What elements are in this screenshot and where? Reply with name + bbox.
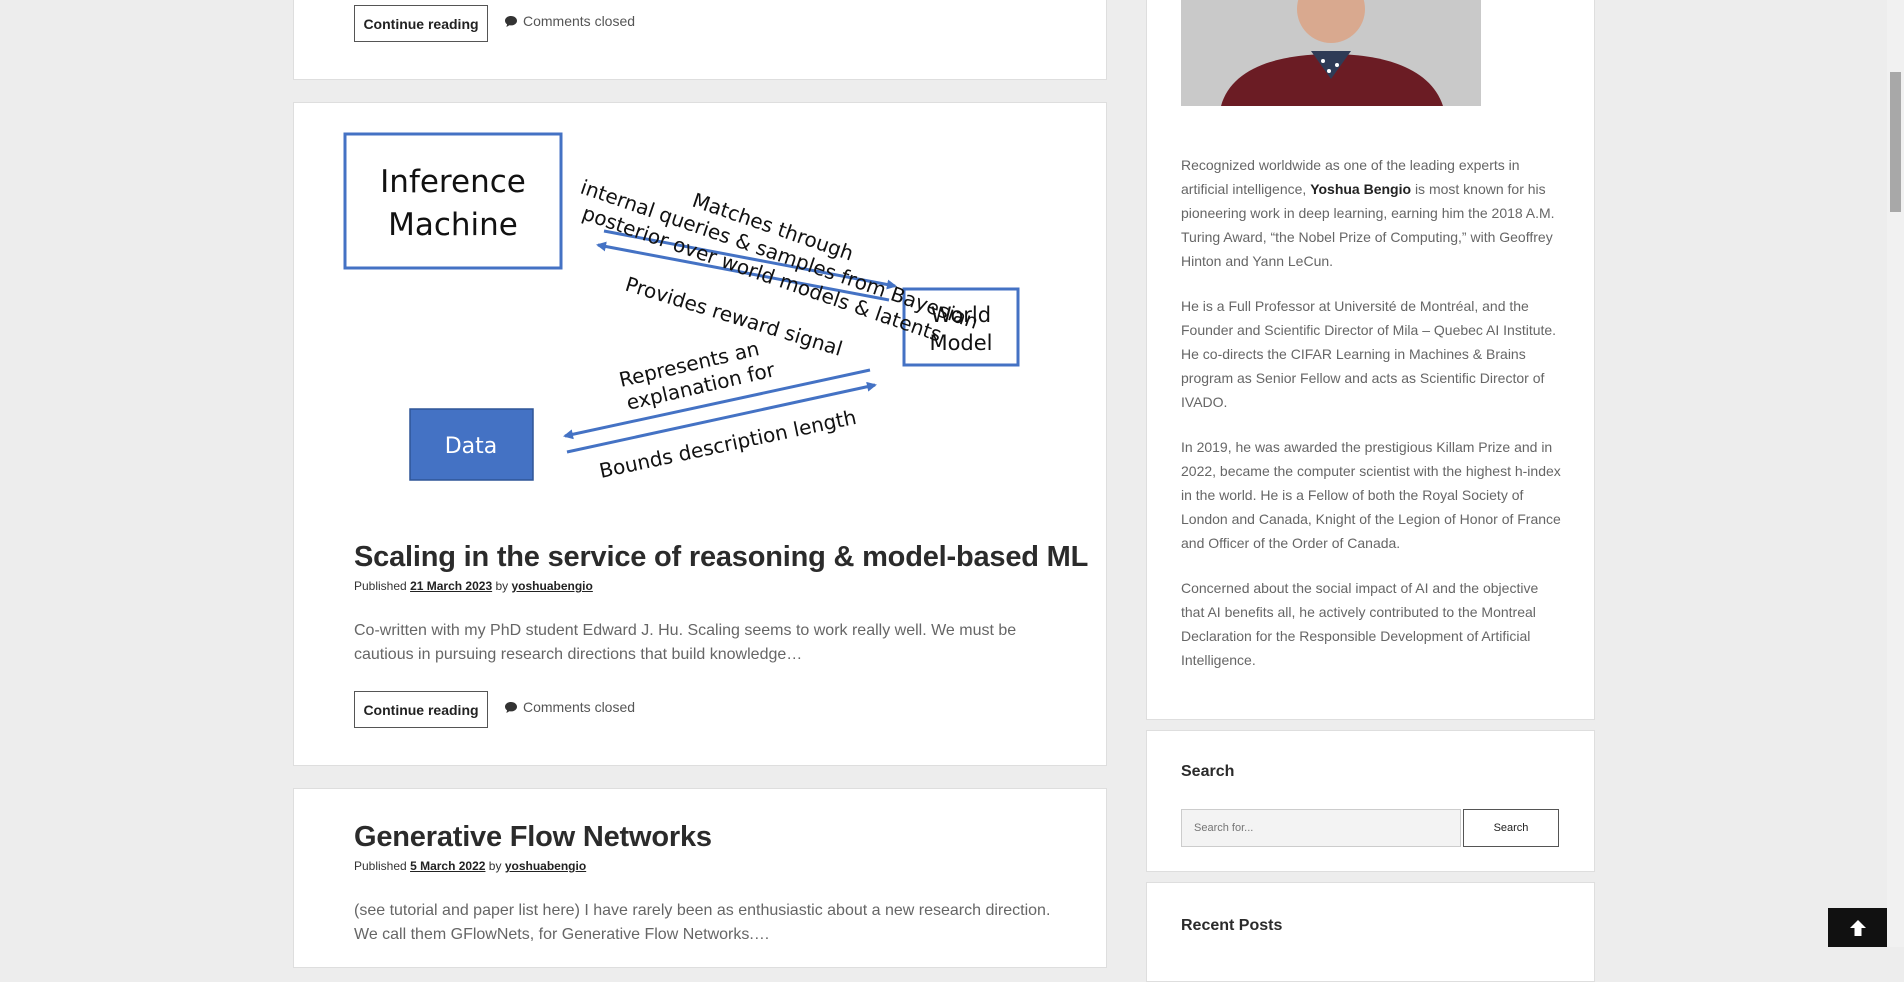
search-button[interactable]: Search (1463, 809, 1559, 847)
bio-name: Yoshua Bengio (1310, 181, 1412, 197)
data-label: Data (445, 434, 498, 459)
author-link[interactable]: yoshuabengio (512, 579, 593, 593)
search-input[interactable] (1181, 809, 1461, 847)
arrow-up-icon (1849, 919, 1866, 936)
post-card-scaling: Inference Machine World Model Data Match… (293, 102, 1107, 766)
post-figure: Inference Machine World Model Data Match… (343, 132, 1020, 483)
post-meta: Published 5 March 2022 by yoshuabengio (354, 859, 586, 873)
post-title[interactable]: Scaling in the service of reasoning & mo… (354, 541, 1088, 574)
published-label: Published (354, 859, 407, 873)
post-excerpt: (see tutorial and paper list here) I hav… (354, 902, 1051, 943)
bio-text: Recognized worldwide as one of the leadi… (1181, 153, 1563, 693)
arrow-label-internal-queries: internal queries & samples from Bayesian (578, 175, 982, 334)
search-widget-title: Search (1181, 763, 1235, 780)
comment-icon (505, 15, 517, 27)
comments-status: Comments closed (504, 13, 635, 29)
back-to-top-button[interactable] (1828, 908, 1887, 947)
by-label: by (495, 579, 509, 593)
comments-label: Comments closed (523, 699, 636, 715)
post-card-previous: Continue reading Comments closed (293, 0, 1107, 80)
post-date-link[interactable]: 5 March 2022 (410, 859, 485, 873)
published-label: Published (354, 579, 407, 593)
post-date-link[interactable]: 21 March 2023 (410, 579, 492, 593)
bio-paragraph-4: Concerned about the social impact of AI … (1181, 580, 1539, 668)
bio-paragraph-3: In 2019, he was awarded the prestigious … (1181, 439, 1561, 551)
author-link[interactable]: yoshuabengio (505, 859, 586, 873)
post-excerpt: Co-written with my PhD student Edward J.… (354, 622, 1017, 663)
continue-reading-button[interactable]: Continue reading (354, 5, 488, 42)
sidebar-recent-posts-widget: Recent Posts (1146, 882, 1595, 982)
sidebar-bio-widget: Recognized worldwide as one of the leadi… (1146, 0, 1595, 720)
author-photo (1181, 0, 1481, 106)
bio-paragraph-1: Recognized worldwide as one of the leadi… (1181, 153, 1563, 273)
comment-icon (505, 701, 517, 713)
bio-paragraph-2: He is a Full Professor at Université de … (1181, 298, 1557, 410)
post-meta: Published 21 March 2023 by yoshuabengio (354, 579, 593, 593)
post-title[interactable]: Generative Flow Networks (354, 821, 712, 854)
inference-machine-box (343, 132, 563, 270)
by-label: by (488, 859, 502, 873)
inference-machine-label-2: Machine (388, 207, 518, 243)
scrollbar-thumb[interactable] (1890, 72, 1901, 212)
recent-posts-title: Recent Posts (1181, 917, 1283, 934)
page-scrollbar[interactable] (1887, 0, 1904, 947)
post-card-gflownets: Generative Flow Networks Published 5 Mar… (293, 788, 1107, 968)
inference-machine-label-1: Inference (380, 164, 526, 200)
comments-status: Comments closed (504, 699, 635, 715)
portrait-image (1181, 0, 1481, 106)
comments-label: Comments closed (523, 13, 636, 29)
continue-reading-button[interactable]: Continue reading (354, 691, 488, 728)
sidebar-search-widget: Search Search (1146, 730, 1595, 872)
